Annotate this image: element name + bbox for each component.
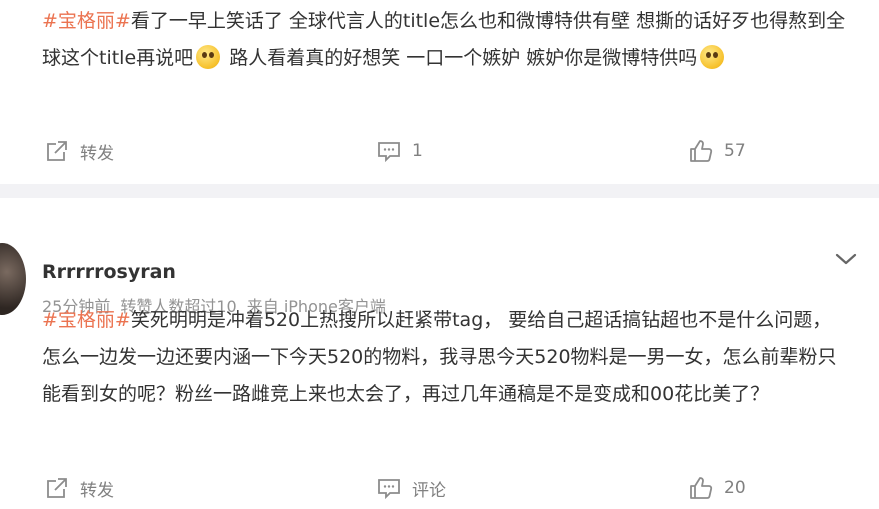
repost-label: 转发	[80, 143, 114, 164]
post-card: #宝格丽#看了一早上笑话了 全球代言人的title怎么也和微博特供有壁 想撕的话…	[0, 0, 879, 184]
hashtag-link[interactable]: #宝格丽#	[42, 309, 131, 331]
chevron-down-icon[interactable]	[835, 252, 857, 266]
thumbs-up-icon	[690, 477, 713, 499]
laughing-tears-emoji-icon	[700, 45, 725, 69]
comment-icon	[378, 142, 400, 163]
comment-button[interactable]: 1	[376, 138, 423, 164]
repost-icon	[47, 141, 67, 161]
hashtag-link[interactable]: #宝格丽#	[42, 10, 131, 32]
repost-button[interactable]: 转发	[44, 475, 114, 501]
like-button[interactable]: 20	[688, 475, 746, 501]
repost-label: 转发	[80, 480, 114, 501]
post-text: #宝格丽#看了一早上笑话了 全球代言人的title怎么也和微博特供有壁 想撕的话…	[42, 3, 849, 77]
post-text-part: 路人看着真的好想笑 一口一个嫉妒 嫉妒你是微博特供吗	[223, 47, 698, 69]
like-count: 57	[724, 141, 746, 161]
like-count: 20	[724, 478, 746, 498]
comment-label: 评论	[412, 480, 446, 501]
action-bar: 转发 评论 20	[0, 475, 879, 505]
comment-icon	[378, 479, 400, 500]
post-text-body: 笑死明明是冲着520上热搜所以赶紧带tag， 要给自己超话搞钻超也不是什么问题，…	[42, 309, 837, 405]
like-button[interactable]: 57	[688, 138, 746, 164]
repost-icon	[47, 478, 67, 498]
avatar[interactable]	[0, 243, 26, 315]
eye-roll-emoji-icon	[196, 45, 221, 69]
action-bar: 转发 1 57	[0, 138, 879, 168]
comment-count: 1	[412, 141, 423, 161]
section-divider	[0, 184, 879, 198]
repost-button[interactable]: 转发	[44, 138, 114, 164]
username[interactable]: Rrrrrrosyran	[42, 261, 176, 283]
post-text: #宝格丽#笑死明明是冲着520上热搜所以赶紧带tag， 要给自己超话搞钻超也不是…	[42, 302, 849, 413]
thumbs-up-icon	[690, 140, 713, 162]
comment-button[interactable]: 评论	[376, 475, 446, 501]
